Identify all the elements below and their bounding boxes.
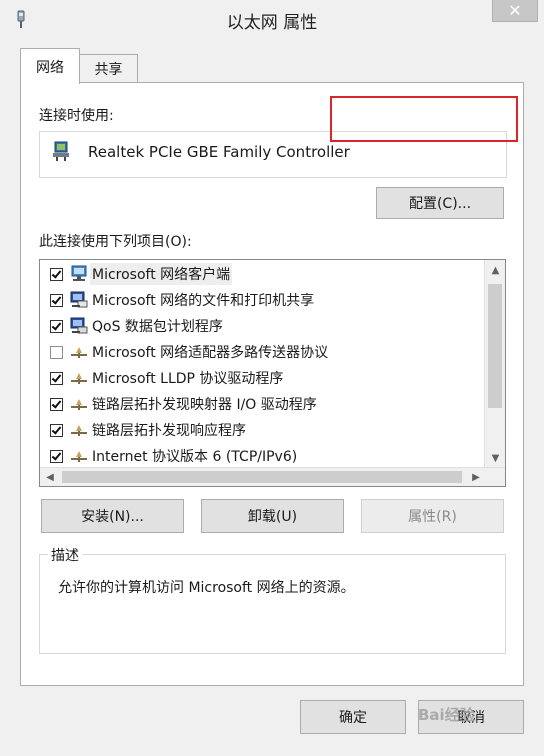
properties-dialog: 以太网 属性 ✕ 网络 共享 连接时使用: Realtek PCIe GBE F… <box>0 0 544 756</box>
check-mark-icon <box>51 267 62 279</box>
title-bar: 以太网 属性 ✕ <box>0 0 544 40</box>
item-label: QoS 数据包计划程序 <box>92 319 223 335</box>
properties-button[interactable]: 属性(R) <box>361 499 504 533</box>
install-button[interactable]: 安装(N)... <box>41 499 184 533</box>
protocol-icon <box>69 447 89 465</box>
check-mark-icon <box>51 293 62 305</box>
description-group: 描述 允许你的计算机访问 Microsoft 网络上的资源。 <box>39 545 506 654</box>
check-mark-icon <box>51 449 62 461</box>
uninstall-button[interactable]: 卸载(U) <box>201 499 344 533</box>
checkbox[interactable] <box>50 397 63 411</box>
description-text: 允许你的计算机访问 Microsoft 网络上的资源。 <box>58 580 355 596</box>
list-item[interactable]: QoS 数据包计划程序 <box>40 313 482 339</box>
file-printer-share-icon <box>69 291 89 309</box>
check-mark-icon <box>51 397 62 409</box>
list-item[interactable]: Microsoft 网络客户端 <box>40 261 482 287</box>
vertical-scrollbar[interactable]: ▲ ▼ <box>484 260 505 468</box>
horizontal-scrollbar[interactable]: ◀ ▶ <box>40 467 505 486</box>
item-label: Internet 协议版本 6 (TCP/IPv6) <box>92 449 298 465</box>
checkbox[interactable] <box>50 293 63 307</box>
protocol-icon <box>69 421 89 439</box>
item-label: Microsoft 网络的文件和打印机共享 <box>92 293 315 309</box>
checkbox[interactable] <box>50 345 63 359</box>
list-item[interactable]: Microsoft 网络适配器多路传送器协议 <box>40 339 482 365</box>
list-item[interactable]: Microsoft 网络的文件和打印机共享 <box>40 287 482 313</box>
ok-button[interactable]: 确定 <box>300 700 406 734</box>
close-button[interactable]: ✕ <box>492 0 538 22</box>
network-adapter-icon <box>52 140 72 162</box>
items-label: 此连接使用下列项目(O): <box>39 234 192 250</box>
list-item[interactable]: Internet 协议版本 6 (TCP/IPv6) <box>40 443 482 469</box>
item-label: Microsoft 网络适配器多路传送器协议 <box>92 345 329 361</box>
qos-scheduler-icon <box>69 317 89 335</box>
check-mark-icon <box>51 319 62 331</box>
item-label: Microsoft 网络客户端 <box>90 263 233 285</box>
configure-highlight-box <box>330 96 518 142</box>
horizontal-scroll-thumb[interactable] <box>62 471 462 483</box>
adapter-name: Realtek PCIe GBE Family Controller <box>88 143 350 161</box>
item-label: 链路层拓扑发现响应程序 <box>92 423 246 439</box>
check-mark-icon <box>51 371 62 383</box>
checkbox[interactable] <box>50 267 63 281</box>
list-item[interactable]: Microsoft LLDP 协议驱动程序 <box>40 365 482 391</box>
tab-network[interactable]: 网络 <box>20 48 80 84</box>
scroll-up-icon[interactable]: ▲ <box>485 260 505 280</box>
list-item[interactable]: 链路层拓扑发现响应程序 <box>40 417 482 443</box>
checkbox[interactable] <box>50 423 63 437</box>
item-label: 链路层拓扑发现映射器 I/O 驱动程序 <box>92 397 317 413</box>
network-tab-panel: 连接时使用: Realtek PCIe GBE Family Controlle… <box>20 82 524 686</box>
scroll-right-icon[interactable]: ▶ <box>466 468 486 486</box>
configure-button[interactable]: 配置(C)... <box>376 187 504 219</box>
scroll-down-icon[interactable]: ▼ <box>485 448 505 468</box>
window-title: 以太网 属性 <box>226 13 318 33</box>
list-item[interactable]: 链路层拓扑发现映射器 I/O 驱动程序 <box>40 391 482 417</box>
protocol-icon <box>69 343 89 361</box>
protocol-icon <box>69 369 89 387</box>
checkbox[interactable] <box>50 371 63 385</box>
network-client-icon <box>69 265 89 283</box>
watermark: Bai经验 <box>418 706 475 724</box>
item-label: Microsoft LLDP 协议驱动程序 <box>92 371 284 387</box>
scroll-left-icon[interactable]: ◀ <box>40 468 60 486</box>
description-legend: 描述 <box>48 545 82 565</box>
protocol-icon <box>69 395 89 413</box>
check-mark-icon <box>51 423 62 435</box>
checkbox[interactable] <box>50 449 63 463</box>
connect-using-label: 连接时使用: <box>39 108 114 124</box>
vertical-scroll-thumb[interactable] <box>488 284 502 408</box>
close-icon: ✕ <box>508 1 522 20</box>
components-list[interactable]: Microsoft 网络客户端 Microsoft 网络的文件和打印机共享 Qo… <box>39 259 506 487</box>
checkbox[interactable] <box>50 319 63 333</box>
tab-sharing[interactable]: 共享 <box>80 54 138 82</box>
